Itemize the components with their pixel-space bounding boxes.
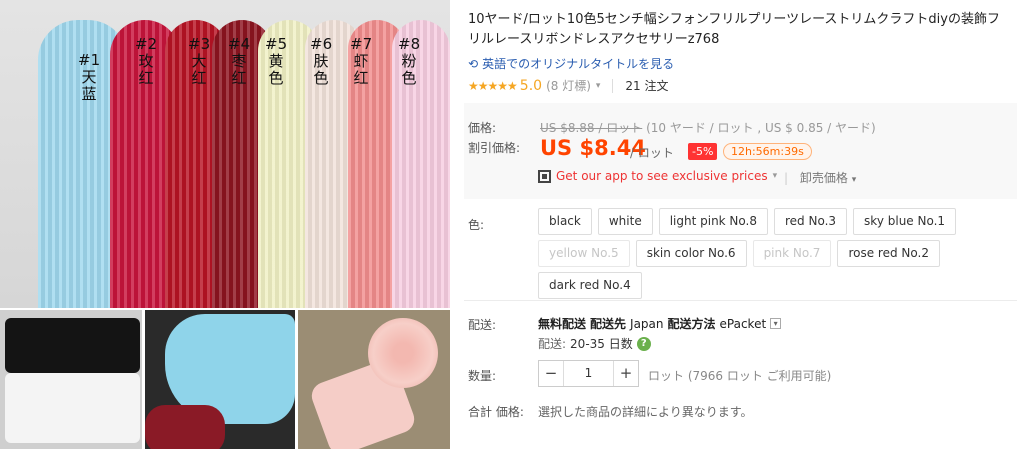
ribbon-label: #2 玫红	[135, 36, 157, 87]
price-box: 価格: US $8.88 / ロット (10 ヤード / ロット , US $ …	[464, 103, 1017, 199]
product-title: 10ヤード/ロット10色5センチ幅シフォンフリルプリーツレーストリムクラフトdi…	[468, 12, 1000, 47]
wholesale-price-dropdown[interactable]: | 卸売価格 ▾	[784, 169, 856, 186]
quantity-stepper: − 1 +	[538, 360, 639, 387]
total-price-label: 合計 価格:	[468, 405, 524, 419]
original-price: US $8.88 / ロット (10 ヤード / ロット , US $ 0.85…	[540, 119, 876, 136]
shipping-method-label: 配送方法	[667, 317, 716, 331]
total-price-value: 選択した商品の詳細により異なります。	[538, 405, 753, 419]
chevron-down-icon: ▾	[772, 171, 778, 181]
divider	[464, 300, 1017, 301]
ribbon-number: #6	[310, 35, 333, 53]
discount-price-label: 割引価格:	[468, 141, 521, 155]
ribbon-label: #3 大红	[188, 36, 210, 87]
ribbon-number: #2	[135, 35, 158, 53]
color-option[interactable]: dark red No.4	[538, 272, 642, 299]
price-label: 価格:	[468, 121, 497, 135]
countdown-timer: 12h:56m:39s	[723, 143, 812, 160]
ribbon-number: #4	[228, 35, 251, 53]
translate-label: 英語でのオリジナルタイトルを見る	[482, 57, 675, 71]
thumb-rose-flower	[368, 318, 438, 388]
rating-count[interactable]: (8 灯標)	[546, 77, 591, 94]
color-option[interactable]: rose red No.2	[837, 240, 940, 267]
order-count: 21 注文	[625, 79, 669, 93]
shipping-label: 配送:	[468, 318, 497, 332]
ribbon-label: #7 虾红	[350, 36, 372, 87]
product-gallery: #1 天蓝 #2 玫红 #3 大红 #4 枣红 #5 黄色 #6 肤色 #7 虾红 #8 粉色	[0, 0, 450, 449]
divider	[612, 78, 614, 93]
star-rating-icon: ★★★★★	[468, 78, 518, 93]
product-info: 10ヤード/ロット10色5センチ幅シフォンフリルプリーツレーストリムクラフトdi…	[464, 0, 1017, 449]
shipping-selector[interactable]: 無料配送 配送先 Japan 配送方法 ePacket ▾	[538, 315, 782, 332]
ribbon-number: #7	[350, 35, 373, 53]
thumbnail-2[interactable]	[145, 310, 295, 449]
color-option[interactable]: red No.3	[774, 208, 848, 235]
color-option: pink No.7	[752, 240, 832, 267]
chevron-down-icon[interactable]: ▾	[596, 81, 601, 91]
thumbnail-1[interactable]	[0, 310, 142, 449]
color-label: 色:	[468, 218, 485, 232]
thumb-red-ruffle	[145, 405, 225, 449]
ribbon-name: 玫红	[138, 52, 154, 87]
ribbon-number: #1	[78, 51, 101, 69]
color-option: yellow No.5	[538, 240, 630, 267]
thumb-white-ruffle	[5, 373, 140, 443]
delivery-time: 配送: 20-35 日数 ?	[538, 335, 651, 352]
divider: |	[784, 171, 789, 185]
translate-title-link[interactable]: ⟲ 英語でのオリジナルタイトルを見る	[468, 55, 674, 72]
translate-icon: ⟲	[468, 56, 479, 71]
ribbon-number: #3	[188, 35, 211, 53]
ribbon-number: #5	[265, 35, 288, 53]
ribbon-label: #5 黄色	[265, 36, 287, 87]
color-option[interactable]: sky blue No.1	[853, 208, 957, 235]
color-option[interactable]: white	[597, 208, 653, 235]
main-product-image[interactable]: #1 天蓝 #2 玫红 #3 大红 #4 枣红 #5 黄色 #6 肤色 #7 虾红 #8 粉色	[0, 0, 450, 308]
original-price-value: US $8.88 / ロット	[540, 121, 643, 135]
rating-value: 5.0	[519, 77, 543, 94]
decrease-button[interactable]: −	[539, 361, 563, 386]
stock-available: ロット (7966 ロット ご利用可能)	[648, 369, 832, 383]
increase-button[interactable]: +	[614, 361, 638, 386]
ribbon-label: #1 天蓝	[78, 52, 100, 103]
color-option[interactable]: light pink No.8	[658, 208, 768, 235]
discount-badge: -5%	[688, 143, 718, 160]
price-unit: / ロット	[630, 146, 674, 160]
chevron-down-icon: ▾	[851, 175, 857, 185]
shipping-method: ePacket	[719, 316, 767, 331]
help-icon[interactable]: ?	[636, 336, 651, 351]
ribbon-name: 虾红	[353, 52, 369, 87]
quantity-label: 数量:	[468, 369, 497, 383]
color-options: black white light pink No.8 red No.3 sky blu…	[538, 208, 1008, 304]
wholesale-label: 卸売価格	[799, 171, 848, 185]
thumb-black-ruffle	[5, 318, 140, 373]
delivery-time-label: 配送:	[538, 337, 567, 351]
free-shipping-text: 無料配送	[538, 317, 587, 331]
rating-row: ★★★★★ 5.0 (8 灯標) ▾ 21 注文	[468, 77, 669, 94]
ribbon-name: 天蓝	[81, 68, 97, 103]
color-option[interactable]: skin color No.6	[635, 240, 747, 267]
thumbnail-strip	[0, 310, 450, 449]
quantity-input[interactable]: 1	[563, 361, 614, 386]
ribbon-name: 黄色	[268, 52, 284, 87]
ship-to-country: Japan	[630, 316, 664, 331]
app-promo-link[interactable]: Get our app to see exclusive prices ▾	[538, 169, 777, 183]
delivery-days: 20-35 日数	[570, 337, 633, 351]
ribbon-label: #4 枣红	[228, 36, 250, 87]
app-promo-label: Get our app to see exclusive prices	[556, 169, 768, 183]
ribbon-name: 粉色	[401, 52, 417, 87]
ribbon-label: #8 粉色	[398, 36, 420, 87]
original-price-detail: (10 ヤード / ロット , US $ 0.85 / ヤード)	[646, 121, 876, 135]
color-option[interactable]: black	[538, 208, 592, 235]
chevron-down-icon[interactable]: ▾	[770, 318, 782, 329]
ribbon-label: #6 肤色	[310, 36, 332, 87]
thumbnail-3[interactable]	[298, 310, 450, 449]
ribbon-name: 枣红	[231, 52, 247, 87]
ribbon-name: 肤色	[313, 52, 329, 87]
ribbon-number: #8	[398, 35, 421, 53]
ship-to-label: 配送先	[590, 317, 627, 331]
ribbon-name: 大红	[191, 52, 207, 87]
qr-code-icon	[538, 169, 551, 183]
